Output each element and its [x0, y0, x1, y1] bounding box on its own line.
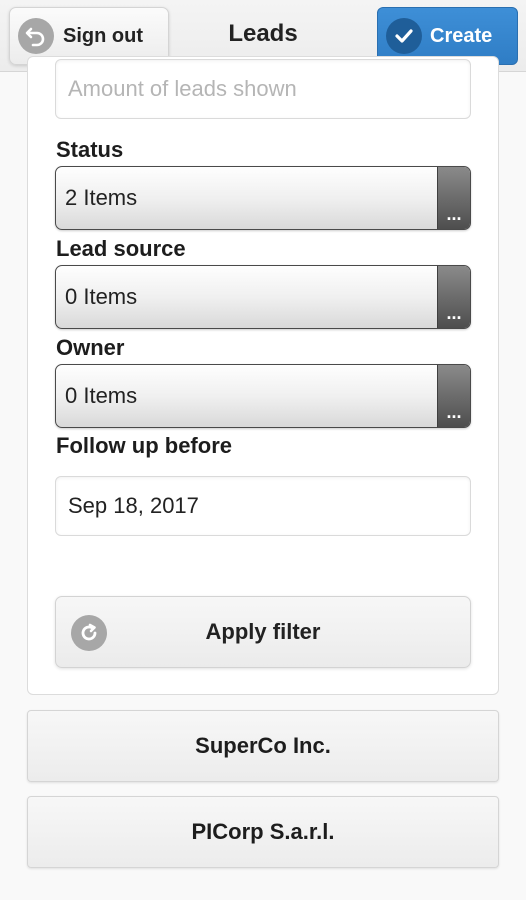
amount-input[interactable]: Amount of leads shown	[55, 59, 471, 119]
apply-filter-button[interactable]: Apply filter	[55, 596, 471, 668]
create-label: Create	[430, 24, 493, 47]
more-icon[interactable]: ...	[437, 266, 470, 328]
list-item[interactable]: PICorp S.a.r.l.	[27, 796, 499, 868]
more-icon[interactable]: ...	[437, 167, 470, 229]
owner-value: 0 Items	[65, 383, 138, 408]
lead-source-value: 0 Items	[65, 284, 138, 309]
status-select[interactable]: 2 Items ...	[55, 166, 471, 230]
more-icon[interactable]: ...	[437, 365, 470, 427]
check-icon	[386, 18, 422, 54]
status-label: Status	[56, 137, 124, 162]
follow-up-label: Follow up before	[56, 433, 232, 458]
owner-label: Owner	[56, 335, 125, 360]
lead-source-select[interactable]: 0 Items ...	[55, 265, 471, 329]
lead-source-label: Lead source	[56, 236, 186, 261]
owner-select[interactable]: 0 Items ...	[55, 364, 471, 428]
list-item[interactable]: SuperCo Inc.	[27, 710, 499, 782]
status-value: 2 Items	[65, 185, 138, 210]
apply-filter-label: Apply filter	[205, 619, 321, 644]
follow-up-date-input[interactable]: Sep 18, 2017	[55, 476, 471, 536]
